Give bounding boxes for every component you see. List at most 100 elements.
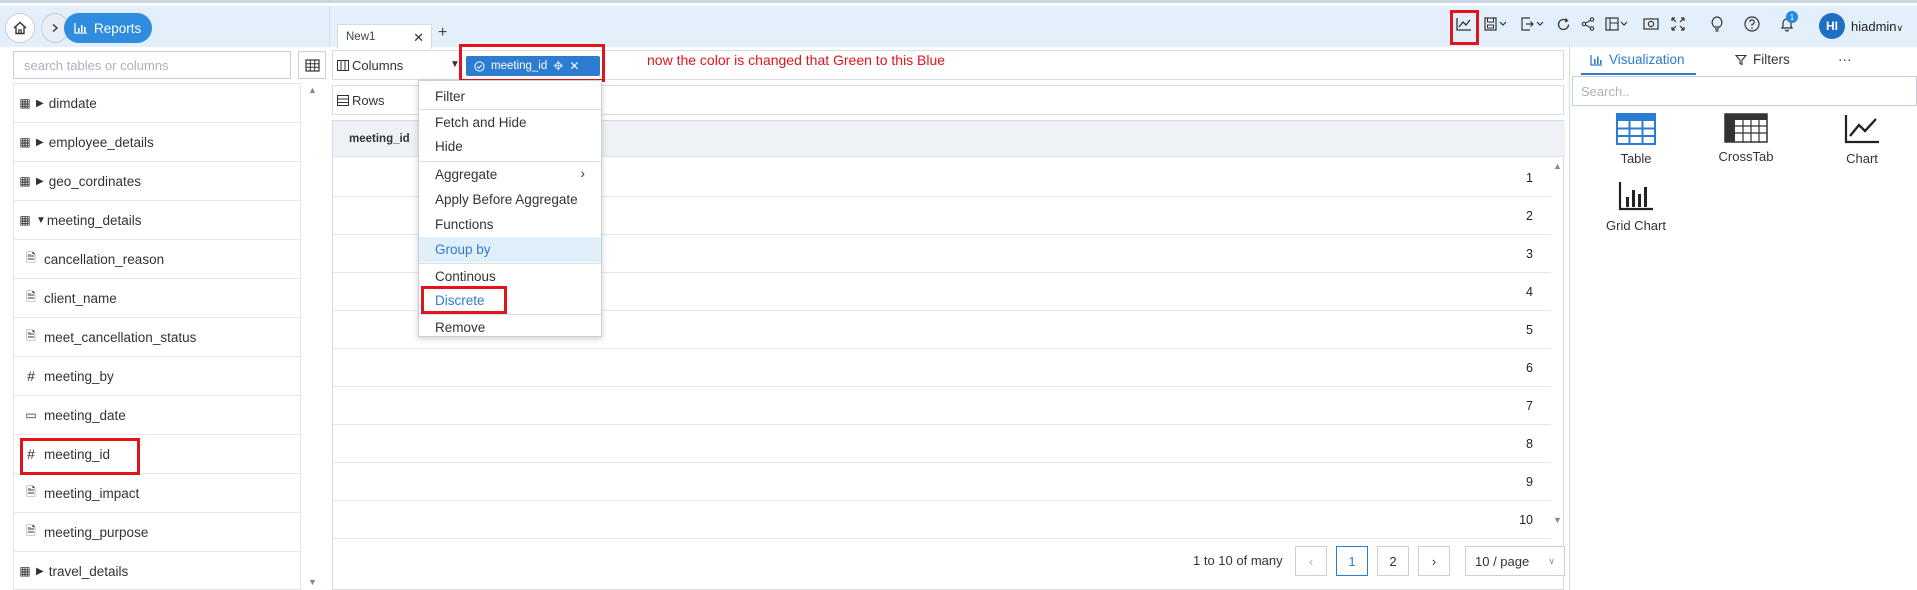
table-row: 7 — [333, 387, 1551, 425]
menu-item-group-by[interactable]: Group by — [419, 237, 601, 262]
caret-down-icon: ▼ — [36, 214, 46, 226]
pagination-summary: 1 to 10 of many — [1193, 553, 1283, 568]
viz-grid-chart[interactable]: Grid Chart — [1591, 180, 1681, 233]
text-column-icon: 🗎 — [26, 484, 36, 499]
viz-crosstab[interactable]: CrossTab — [1701, 113, 1791, 164]
scroll-up-icon[interactable]: ▲ — [1553, 161, 1562, 171]
tree-item-meeting-impact[interactable]: 🗎 meeting_impact — [14, 474, 302, 513]
menu-item-remove[interactable]: Remove — [419, 314, 601, 339]
text-column-icon: 🗎 — [26, 289, 36, 304]
chevron-right-icon — [52, 23, 59, 33]
highlight-box-chart — [1450, 10, 1479, 45]
tree-item-travel-details[interactable]: ▦ ▶ travel_details — [14, 552, 302, 590]
more-options-button[interactable]: ··· — [1838, 52, 1852, 67]
prev-page-button[interactable]: ‹ — [1295, 546, 1327, 576]
reports-button[interactable]: Reports — [64, 13, 152, 43]
scroll-down-icon[interactable]: ▼ — [308, 577, 317, 587]
table-icon: ▦ — [19, 96, 31, 110]
page-1-button[interactable]: 1 — [1336, 546, 1368, 576]
table-icon: ▦ — [19, 213, 31, 227]
tree-item-cancellation-reason[interactable]: 🗎 cancellation_reason — [14, 240, 302, 279]
chevron-down-icon: ∨ — [1548, 555, 1555, 566]
table-row: 10 — [333, 501, 1551, 539]
search-tables-input[interactable]: search tables or columns — [13, 51, 291, 79]
close-icon[interactable]: ✕ — [413, 30, 424, 46]
tree-item-meeting-date[interactable]: ▭ meeting_date — [14, 396, 302, 435]
columns-icon — [337, 60, 349, 71]
tree-item-label: travel_details — [48, 563, 129, 579]
menu-item-apply-before-aggregate[interactable]: Apply Before Aggregate — [419, 187, 601, 212]
crosstab-icon — [1724, 113, 1768, 143]
export-icon[interactable] — [1518, 14, 1550, 34]
tab-visualization[interactable]: Visualization — [1590, 52, 1685, 67]
line-chart-icon — [1844, 115, 1879, 144]
tab-label: New1 — [346, 31, 376, 43]
rows-shelf-label: Rows — [337, 93, 385, 108]
table-scrollbar[interactable]: ▲ ▼ — [1551, 159, 1565, 529]
tree-item-dimdate[interactable]: ▦ ▶ dimdate — [14, 84, 302, 123]
lightbulb-icon[interactable] — [1706, 14, 1728, 34]
tree-item-label: meeting_details — [46, 212, 142, 228]
nav-area: Reports — [0, 6, 330, 47]
chevron-down-icon: ∨ — [1896, 23, 1904, 33]
fullscreen-icon[interactable] — [1667, 14, 1689, 34]
table-viz-icon — [1616, 113, 1656, 145]
columns-shelf-label: Columns — [337, 58, 403, 73]
scroll-up-icon[interactable]: ▲ — [308, 85, 317, 95]
avatar[interactable]: HI — [1819, 13, 1845, 39]
tab-filters[interactable]: Filters — [1735, 52, 1790, 67]
scroll-down-icon[interactable]: ▼ — [1553, 515, 1562, 525]
next-page-button[interactable]: › — [1418, 546, 1450, 576]
viz-search-input[interactable]: Search.. — [1572, 76, 1917, 106]
tree-item-meet-cancellation-status[interactable]: 🗎 meet_cancellation_status — [14, 318, 302, 357]
rows-icon — [337, 95, 349, 106]
tree-item-employee-details[interactable]: ▦ ▶ employee_details — [14, 123, 302, 162]
help-icon[interactable] — [1741, 14, 1763, 34]
bar-chart-icon — [1590, 54, 1602, 66]
annotation-text: now the color is changed that Green to t… — [647, 52, 946, 68]
data-source-panel: search tables or columns ▦ ▶ dimdate ▦ ▶ e… — [10, 51, 326, 590]
tree-item-client-name[interactable]: 🗎 client_name — [14, 279, 302, 318]
page-size-select[interactable]: 10 / page ∨ — [1465, 546, 1565, 576]
menu-item-functions[interactable]: Functions — [419, 212, 601, 237]
tree-item-geo-cordinates[interactable]: ▦ ▶ geo_cordinates — [14, 162, 302, 201]
table-view-button[interactable] — [298, 51, 326, 79]
tree-item-meeting-purpose[interactable]: 🗎 meeting_purpose — [14, 513, 302, 552]
filter-icon — [1735, 54, 1747, 65]
viz-chart[interactable]: Chart — [1817, 113, 1907, 166]
tree-item-meeting-by[interactable]: # meeting_by — [14, 357, 302, 396]
bar-chart-icon — [74, 23, 87, 34]
left-scrollbar[interactable]: ▲ ▼ — [306, 83, 320, 590]
page-2-button[interactable]: 2 — [1377, 546, 1409, 576]
tree-item-meeting-details[interactable]: ▦ ▼ meeting_details — [14, 201, 302, 240]
highlight-box-chip — [459, 44, 605, 82]
grid-icon — [304, 58, 320, 72]
table-icon: ▦ — [19, 174, 31, 188]
home-button[interactable] — [5, 13, 35, 43]
share-icon[interactable] — [1577, 14, 1599, 34]
username-menu[interactable]: hiadmin∨ — [1851, 19, 1903, 34]
menu-item-filter[interactable]: Filter — [419, 84, 601, 109]
tree-item-label: meeting_purpose — [44, 524, 149, 540]
refresh-icon[interactable] — [1552, 14, 1574, 34]
viz-table[interactable]: Table — [1591, 113, 1681, 166]
caret-right-icon: ▶ — [36, 175, 44, 187]
add-tab-button[interactable]: + — [438, 24, 447, 42]
menu-item-continous[interactable]: Continous — [419, 263, 601, 288]
text-column-icon: 🗎 — [26, 523, 36, 538]
save-icon[interactable] — [1481, 14, 1513, 34]
caret-right-icon: ▶ — [36, 136, 44, 148]
tree-item-label: geo_cordinates — [48, 173, 142, 189]
image-icon[interactable] — [1640, 14, 1662, 34]
menu-item-hide[interactable]: Hide — [419, 134, 601, 159]
calendar-icon: ▭ — [25, 408, 37, 422]
tables-tree: ▦ ▶ dimdate ▦ ▶ employee_details ▦ ▶ geo_co… — [13, 83, 302, 590]
menu-item-aggregate[interactable]: Aggregate › — [419, 161, 601, 186]
tree-item-label: dimdate — [48, 95, 97, 111]
layout-icon[interactable] — [1603, 14, 1633, 34]
tree-item-label: client_name — [44, 290, 117, 306]
table-icon: ▦ — [19, 135, 31, 149]
chevron-right-icon: › — [580, 166, 586, 181]
menu-item-fetch-and-hide[interactable]: Fetch and Hide — [419, 109, 601, 134]
tab-new1[interactable]: New1 ✕ — [337, 24, 432, 49]
